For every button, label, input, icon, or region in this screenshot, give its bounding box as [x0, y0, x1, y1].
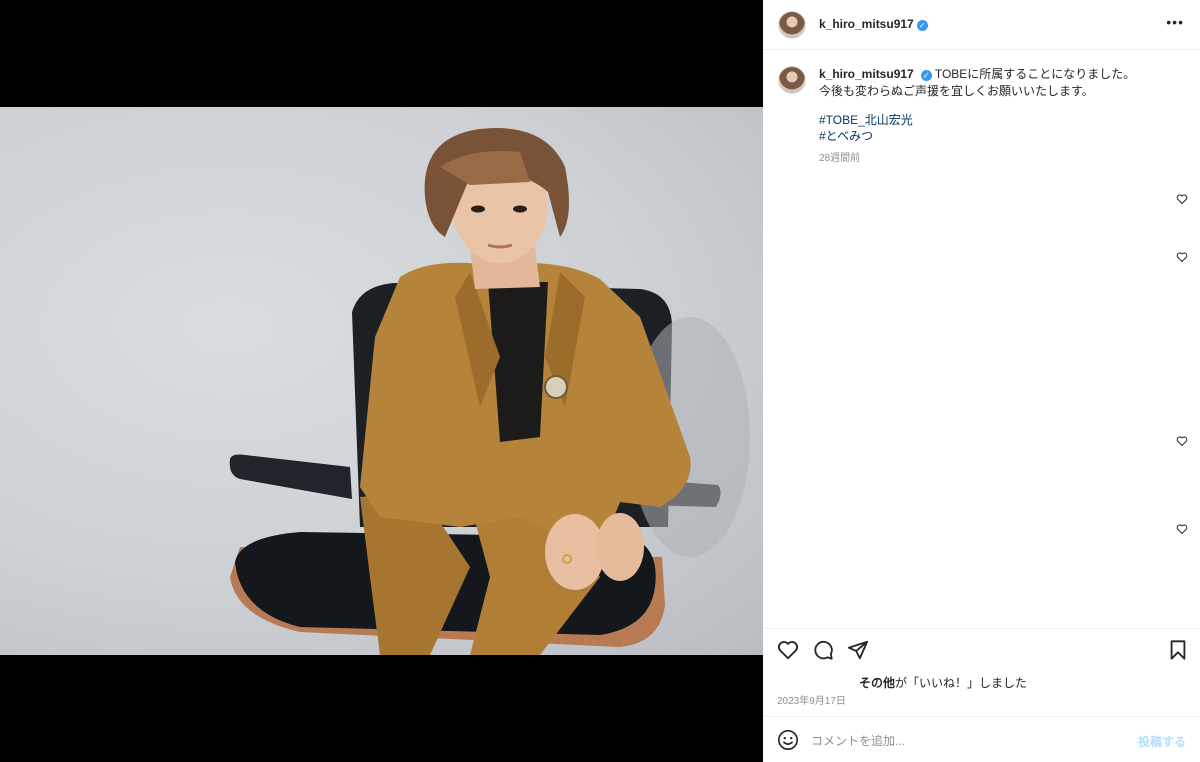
caption-line-1: k_hiro_mitsu917 ✓ TOBEに所属することになりました。 [819, 66, 1179, 83]
username-text[interactable]: k_hiro_mitsu917 [819, 17, 914, 31]
comment-heart-icon[interactable] [1176, 193, 1188, 205]
paper-plane-icon[interactable] [847, 639, 869, 661]
avatar[interactable] [778, 11, 806, 39]
photo-illustration [229, 128, 750, 655]
comment-icon[interactable] [812, 639, 834, 661]
post-date[interactable]: 2023年9月17日 [777, 692, 846, 707]
heart-icon[interactable] [777, 639, 799, 661]
post-header: k_hiro_mitsu917 ✓ ••• [763, 0, 1200, 50]
comment-heart-icon[interactable] [1176, 523, 1188, 535]
likes-others[interactable]: その他 [859, 676, 895, 690]
header-username[interactable]: k_hiro_mitsu917 ✓ [819, 17, 928, 31]
media-pane [0, 0, 763, 762]
smiley-icon[interactable] [777, 729, 799, 751]
comment-heart-icon[interactable] [1176, 251, 1188, 263]
more-horizontal-icon: ••• [1166, 14, 1184, 30]
action-bar [763, 628, 1200, 670]
more-options-button[interactable]: ••• [1166, 14, 1184, 30]
caption-text: TOBEに所属することになりました。 [934, 67, 1136, 81]
comment-bar: 投稿する [763, 716, 1200, 762]
relative-time: 28週間前 [819, 153, 861, 164]
comment-heart-icon[interactable] [1176, 435, 1188, 447]
likes-summary[interactable]: その他が「いいね！」しました [859, 674, 1027, 691]
hashtag-link[interactable]: #TOBE_北山宏光 [819, 112, 1179, 128]
comment-input[interactable] [809, 729, 1113, 753]
verified-badge-icon: ✓ [916, 20, 928, 31]
caption-username[interactable]: k_hiro_mitsu917 [819, 67, 914, 81]
caption-body: k_hiro_mitsu917 ✓ TOBEに所属することになりました。 今後も変… [819, 66, 1179, 167]
post-photo[interactable] [0, 107, 763, 655]
caption-avatar[interactable] [778, 66, 806, 94]
verified-badge-icon: ✓ [920, 70, 932, 81]
post-sidebar: k_hiro_mitsu917 ✓ ••• k_hiro_mitsu917 ✓ TO… [763, 0, 1200, 762]
hashtag-list: #TOBE_北山宏光 #とべみつ [819, 112, 1179, 144]
caption-line-2: 今後も変わらぬご声援を宜しくお願いいたします。 [819, 84, 1094, 98]
likes-suffix: が「いいね！」しました [895, 676, 1028, 690]
post-comment-button[interactable]: 投稿する [1138, 733, 1186, 750]
bookmark-icon[interactable] [1167, 639, 1189, 661]
hashtag-link[interactable]: #とべみつ [819, 128, 1179, 144]
